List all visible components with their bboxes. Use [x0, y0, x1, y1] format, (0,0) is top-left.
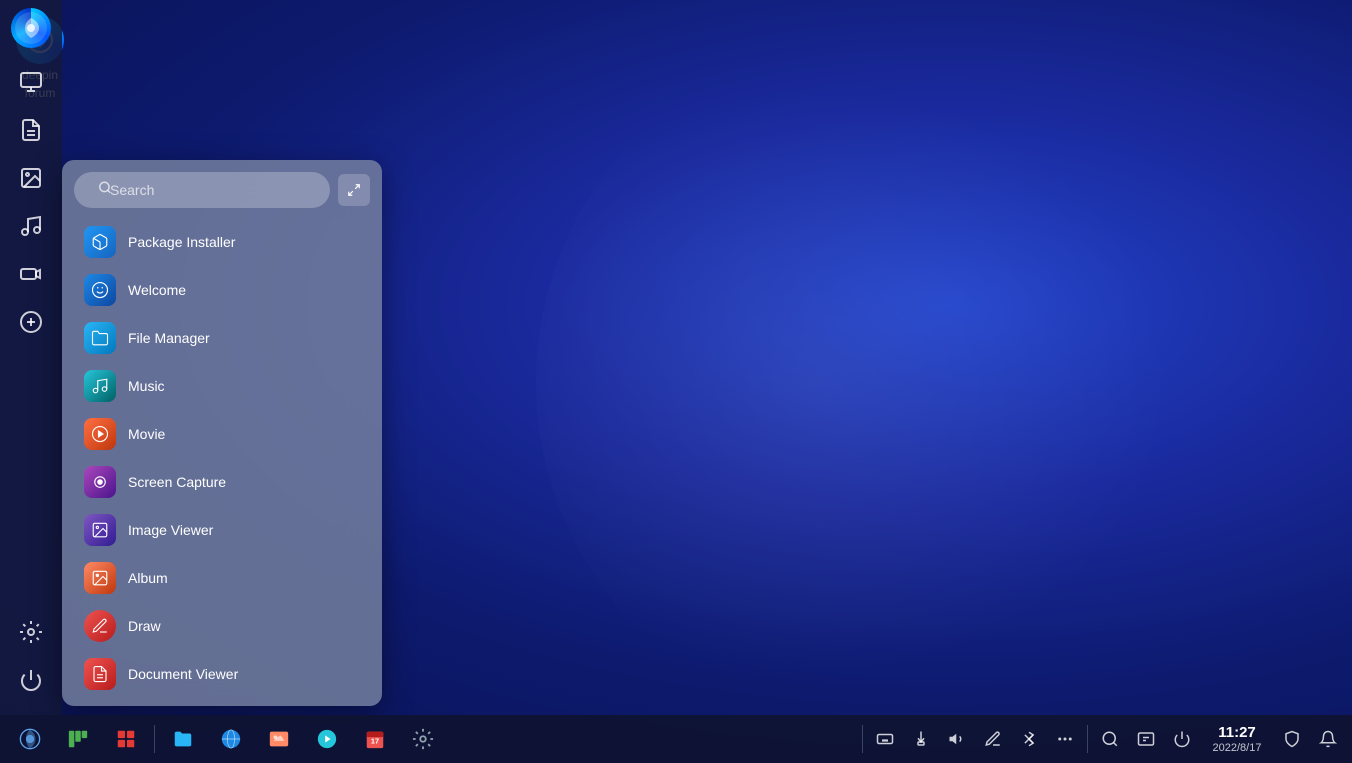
- menu-item-icon-movie: [84, 418, 116, 450]
- menu-item-icon-document-viewer: [84, 658, 116, 690]
- sidebar-item-music[interactable]: [9, 204, 53, 248]
- taskbar-settings[interactable]: [401, 717, 445, 761]
- menu-item-file-manager[interactable]: File Manager: [68, 314, 376, 362]
- menu-item-label-movie: Movie: [128, 426, 165, 442]
- sidebar-item-monitor[interactable]: [9, 60, 53, 104]
- tray-pen[interactable]: [977, 723, 1009, 755]
- menu-item-icon-draw: [84, 610, 116, 642]
- menu-item-label-music: Music: [128, 378, 165, 394]
- menu-item-label-package-installer: Package Installer: [128, 234, 235, 250]
- menu-item-label-screen-capture: Screen Capture: [128, 474, 226, 490]
- menu-item-label-image-viewer: Image Viewer: [128, 522, 213, 538]
- menu-item-welcome[interactable]: Welcome: [68, 266, 376, 314]
- taskbar-divider-3: [1087, 725, 1088, 753]
- menu-item-icon-image-viewer: [84, 514, 116, 546]
- menu-search-row: [62, 172, 382, 218]
- expand-button[interactable]: [338, 174, 370, 206]
- sidebar-logo[interactable]: [11, 8, 51, 48]
- tray-bluetooth[interactable]: [1013, 723, 1045, 755]
- tray-keyboard[interactable]: [869, 723, 901, 755]
- taskbar-calendar[interactable]: 17: [353, 717, 397, 761]
- taskbar-browser[interactable]: [209, 717, 253, 761]
- taskbar-album[interactable]: [257, 717, 301, 761]
- menu-item-icon-package-installer: [84, 226, 116, 258]
- sidebar-item-store[interactable]: [9, 300, 53, 344]
- sidebar-item-video[interactable]: [9, 252, 53, 296]
- menu-item-document-viewer[interactable]: Document Viewer: [68, 650, 376, 698]
- menu-item-icon-music: [84, 370, 116, 402]
- sidebar-item-image[interactable]: [9, 156, 53, 200]
- menu-item-label-draw: Draw: [128, 618, 161, 634]
- sidebar-item-file[interactable]: [9, 108, 53, 152]
- clock[interactable]: 11:27 2022/8/17: [1202, 724, 1272, 754]
- menu-item-package-installer[interactable]: Package Installer: [68, 218, 376, 266]
- taskbar-divider-2: [862, 725, 863, 753]
- tray-search[interactable]: [1094, 723, 1126, 755]
- tray-volume[interactable]: [941, 723, 973, 755]
- launcher-sidebar: [0, 0, 62, 718]
- tray-shield[interactable]: [1276, 723, 1308, 755]
- taskbar-app3[interactable]: [104, 717, 148, 761]
- app-menu: Package Installer Welcome File Manager Musi…: [62, 160, 382, 706]
- taskbar-launcher[interactable]: [8, 717, 52, 761]
- menu-item-label-album: Album: [128, 570, 168, 586]
- tray-power[interactable]: [1166, 723, 1198, 755]
- menu-item-draw[interactable]: Draw: [68, 602, 376, 650]
- taskbar-divider-1: [154, 725, 155, 753]
- tray-ime[interactable]: [1130, 723, 1162, 755]
- tray-more[interactable]: [1049, 723, 1081, 755]
- svg-text:17: 17: [371, 737, 379, 746]
- menu-item-album[interactable]: Album: [68, 554, 376, 602]
- sidebar-item-power[interactable]: [9, 658, 53, 702]
- sidebar-bottom: [9, 610, 53, 702]
- menu-item-label-file-manager: File Manager: [128, 330, 210, 346]
- menu-item-music[interactable]: Music: [68, 362, 376, 410]
- search-input[interactable]: [74, 172, 330, 208]
- taskbar-kanban[interactable]: [56, 717, 100, 761]
- menu-item-label-welcome: Welcome: [128, 282, 186, 298]
- menu-item-icon-welcome: [84, 274, 116, 306]
- menu-item-icon-file-manager: [84, 322, 116, 354]
- menu-list: Package Installer Welcome File Manager Musi…: [62, 218, 382, 698]
- menu-item-icon-screen-capture: [84, 466, 116, 498]
- tray-notification[interactable]: [1312, 723, 1344, 755]
- tray-usb[interactable]: [905, 723, 937, 755]
- menu-item-image-viewer[interactable]: Image Viewer: [68, 506, 376, 554]
- clock-date: 2022/8/17: [1213, 742, 1262, 754]
- taskbar-music[interactable]: [305, 717, 349, 761]
- clock-time: 11:27: [1218, 724, 1256, 742]
- sidebar-item-settings[interactable]: [9, 610, 53, 654]
- menu-item-label-document-viewer: Document Viewer: [128, 666, 238, 682]
- menu-item-screen-capture[interactable]: Screen Capture: [68, 458, 376, 506]
- taskbar: 17 11:27 2022/8/17: [0, 715, 1352, 763]
- menu-item-movie[interactable]: Movie: [68, 410, 376, 458]
- menu-item-icon-album: [84, 562, 116, 594]
- taskbar-file-manager[interactable]: [161, 717, 205, 761]
- search-input-wrap: [74, 172, 330, 208]
